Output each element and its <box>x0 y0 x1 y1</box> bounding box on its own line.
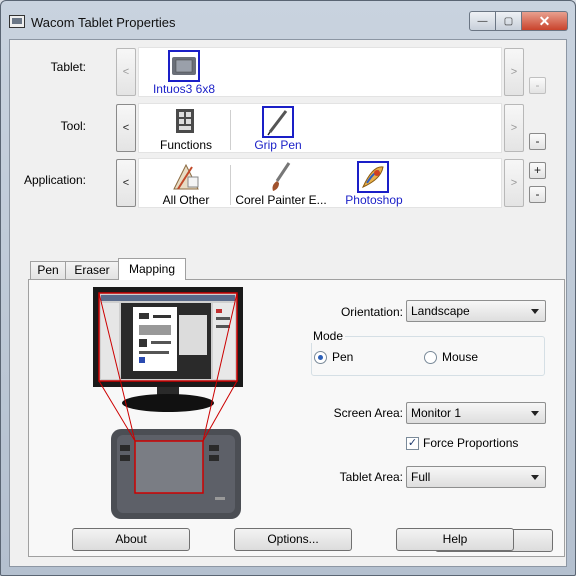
corel-painter-icon <box>265 161 297 193</box>
tablet-area-value: Full <box>411 470 431 484</box>
orientation-select[interactable]: Landscape <box>406 300 546 322</box>
client-area: Tablet: < Intuos3 6x8 > - Tool: < Functi… <box>9 39 567 567</box>
tool-item-functions[interactable]: Functions <box>145 104 227 154</box>
tool-strip: Functions Grip Pen <box>138 103 502 153</box>
tool-item-label: Grip Pen <box>254 138 302 152</box>
tablet-strip: Intuos3 6x8 <box>138 47 502 97</box>
photoshop-icon <box>357 161 389 193</box>
force-proportions-checkbox[interactable]: ✓ <box>406 437 419 450</box>
mode-pen-label[interactable]: Pen <box>332 350 353 364</box>
mode-pen-radio[interactable] <box>314 351 327 364</box>
tablet-label: Tablet: <box>50 60 86 74</box>
mode-mouse-label[interactable]: Mouse <box>442 350 478 364</box>
chevron-down-icon <box>531 309 539 314</box>
window-title: Wacom Tablet Properties <box>31 15 176 30</box>
tab-pen[interactable]: Pen <box>30 261 66 280</box>
mapping-illustration <box>93 287 243 519</box>
tool-remove-button[interactable]: - <box>529 133 546 150</box>
tool-item-grip-pen[interactable]: Grip Pen <box>237 104 319 154</box>
close-button[interactable]: ✕ <box>522 11 568 31</box>
pen-icon <box>262 106 294 138</box>
tablet-area-label: Tablet Area: <box>339 470 403 484</box>
application-strip: All Other Corel Painter E... Photoshop <box>138 158 502 208</box>
options-button[interactable]: Options... <box>234 528 352 551</box>
about-button[interactable]: About <box>72 528 190 551</box>
app-item-all-other[interactable]: All Other <box>145 159 227 209</box>
tablet-item-label: Intuos3 6x8 <box>152 82 216 96</box>
tablet-item-intuos3[interactable]: Intuos3 6x8 <box>145 48 223 98</box>
screen-area-value: Monitor 1 <box>411 406 462 420</box>
tool-scroll-right[interactable]: > <box>504 104 524 152</box>
title-bar[interactable]: Wacom Tablet Properties — ▢ ✕ <box>1 1 575 39</box>
tablet-area-select[interactable]: Full <box>406 466 546 488</box>
screen-area-select[interactable]: Monitor 1 <box>406 402 546 424</box>
mode-title: Mode <box>311 329 346 343</box>
chevron-down-icon <box>531 411 539 416</box>
orientation-label: Orientation: <box>340 305 403 319</box>
tablet-scroll-left[interactable]: < <box>116 48 136 96</box>
maximize-button[interactable]: ▢ <box>496 11 522 31</box>
chevron-down-icon <box>531 475 539 480</box>
tool-scroll-left[interactable]: < <box>116 104 136 152</box>
app-icon <box>9 15 25 28</box>
application-scroll-right[interactable]: > <box>504 159 524 207</box>
minimize-button[interactable]: — <box>469 11 496 31</box>
tab-eraser[interactable]: Eraser <box>65 261 119 280</box>
application-remove-button[interactable]: - <box>529 186 546 203</box>
tablet-remove-button[interactable]: - <box>529 77 546 94</box>
tool-label: Tool: <box>60 119 86 133</box>
screen-area-label: Screen Area: <box>333 406 403 420</box>
tool-item-label: Functions <box>159 138 213 152</box>
caption-buttons: — ▢ ✕ <box>469 11 568 31</box>
application-label: Application: <box>23 173 86 187</box>
application-scroll-left[interactable]: < <box>116 159 136 207</box>
functions-icon <box>170 106 202 138</box>
orientation-value: Landscape <box>411 304 470 318</box>
application-add-button[interactable]: + <box>529 162 546 179</box>
tab-mapping[interactable]: Mapping <box>118 258 186 280</box>
force-proportions-label[interactable]: Force Proportions <box>423 436 518 450</box>
app-item-label: Photoshop <box>345 193 403 207</box>
help-button[interactable]: Help <box>396 528 514 551</box>
mapping-panel: Orientation: Landscape Mode Pen Mouse Sc… <box>28 279 565 557</box>
tablet-icon <box>168 50 200 82</box>
tool-separator <box>230 110 231 150</box>
mode-mouse-radio[interactable] <box>424 351 437 364</box>
app-window: Wacom Tablet Properties — ▢ ✕ Tablet: < … <box>0 0 576 576</box>
app-item-label: All Other <box>162 193 210 207</box>
app-item-label: Corel Painter E... <box>235 193 327 207</box>
app-item-photoshop[interactable]: Photoshop <box>333 159 415 209</box>
all-other-icon <box>170 161 202 193</box>
app-item-corel-painter[interactable]: Corel Painter E... <box>231 159 331 209</box>
tablet-scroll-right[interactable]: > <box>504 48 524 96</box>
